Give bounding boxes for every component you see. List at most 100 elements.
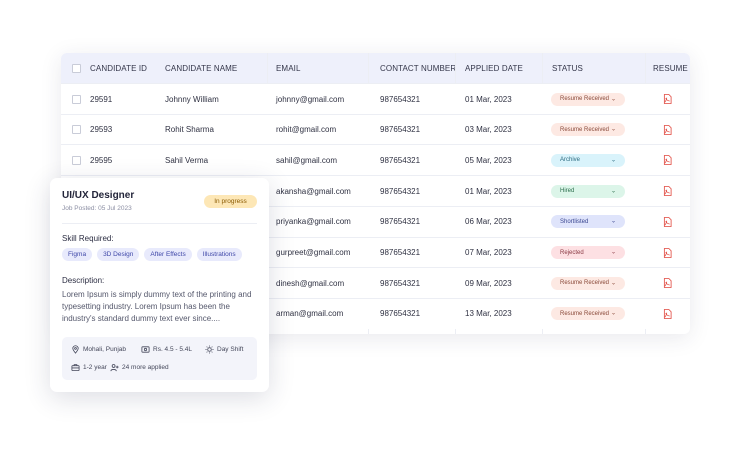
status-label: Resume Received — [560, 96, 610, 102]
candidate-id: 29595 — [90, 155, 113, 165]
skill-tag: After Effects — [144, 248, 192, 261]
experience-text: 1-2 year — [83, 364, 107, 371]
description-text: Lorem Ipsum is simply dummy text of the … — [62, 290, 252, 323]
resume-download[interactable] — [663, 84, 672, 114]
table-row[interactable]: 29593 Rohit Sharma rohit@gmail.com 98765432… — [61, 113, 690, 145]
status-badge: In progress — [204, 195, 257, 208]
candidate-name[interactable]: Johnny William — [165, 84, 219, 114]
applied-date: 03 Mar, 2023 — [465, 125, 512, 135]
pdf-icon — [663, 216, 672, 227]
candidate-email[interactable]: rohit@gmail.com — [276, 115, 336, 145]
skill-tag: Figma — [62, 248, 93, 261]
resume-download[interactable] — [663, 238, 672, 268]
candidate-email[interactable]: johnny@gmail.com — [276, 84, 344, 114]
resume-download[interactable] — [663, 176, 672, 206]
header-email[interactable]: EMAIL — [276, 53, 301, 83]
salary-meta: Rs. 4.5 - 5.4L — [141, 345, 192, 354]
resume-download[interactable] — [663, 268, 672, 298]
status-dropdown[interactable]: Shortlisted ⌄ — [551, 207, 625, 237]
candidate-email[interactable]: dinesh@gmail.com — [276, 268, 344, 298]
chevron-down-icon: ⌄ — [610, 249, 616, 256]
header-applied-date[interactable]: APPLIED DATE — [465, 53, 523, 83]
pdf-icon — [663, 155, 672, 166]
status-label: Rejected — [560, 249, 584, 256]
divider — [62, 223, 257, 224]
status-label: Shortlisted — [560, 218, 589, 225]
resume-download[interactable] — [663, 299, 672, 329]
header-candidate-name[interactable]: CANDIDATE NAME — [165, 53, 237, 83]
header-resume[interactable]: RESUME — [653, 53, 688, 83]
job-posted-date: Job Posted: 05 Jul 2023 — [62, 205, 132, 212]
status-dropdown[interactable]: Hired ⌄ — [551, 176, 625, 206]
job-meta-panel: Mohali, Punjab Rs. 4.5 - 5.4L Day Shift … — [62, 337, 257, 380]
candidate-email[interactable]: akansha@gmail.com — [276, 176, 351, 206]
candidate-name[interactable]: Rohit Sharma — [165, 115, 214, 145]
applied-date: 01 Mar, 2023 — [465, 94, 512, 104]
location-meta: Mohali, Punjab — [71, 345, 126, 354]
applied-date: 06 Mar, 2023 — [465, 217, 512, 227]
contact-number: 987654321 — [380, 155, 421, 165]
candidate-name[interactable]: Sahil Verma — [165, 145, 208, 175]
table-row[interactable]: 29591 Johnny William johnny@gmail.com 98765… — [61, 83, 690, 114]
contact-number: 987654321 — [380, 248, 421, 257]
contact-number: 987654321 — [380, 278, 421, 288]
header-status[interactable]: STATUS — [552, 53, 583, 83]
skill-tag: Illustrations — [196, 248, 242, 261]
applied-date: 13 Mar, 2023 — [465, 309, 512, 319]
header-candidate-id[interactable]: CANDIDATE ID — [90, 53, 147, 83]
header-contact-number[interactable]: CONTACT NUMBER — [380, 53, 456, 83]
status-label: Hired — [560, 188, 575, 195]
applicants-meta: 24 more applied — [110, 363, 169, 372]
status-dropdown[interactable]: Resume Received ⌄ — [551, 268, 625, 298]
resume-download[interactable] — [663, 115, 672, 145]
location-text: Mohali, Punjab — [83, 346, 126, 353]
status-label: Resume Received — [560, 280, 610, 287]
candidate-email[interactable]: priyanka@gmail.com — [276, 207, 351, 237]
chevron-down-icon: ⌄ — [610, 126, 616, 133]
status-dropdown[interactable]: Resume Received ⌄ — [551, 84, 625, 114]
experience-meta: 1-2 year — [71, 363, 107, 372]
chevron-down-icon: ⌄ — [610, 280, 616, 287]
row-checkbox[interactable] — [72, 84, 81, 114]
candidate-email[interactable]: arman@gmail.com — [276, 299, 343, 329]
contact-number: 987654321 — [380, 94, 421, 104]
pdf-icon — [663, 278, 672, 289]
description-label: Description: — [62, 276, 105, 285]
candidate-email[interactable]: sahil@gmail.com — [276, 145, 337, 175]
shift-text: Day Shift — [217, 346, 244, 353]
pdf-icon — [663, 186, 672, 196]
add-user-icon — [110, 364, 119, 372]
applicants-text: 24 more applied — [122, 364, 169, 371]
pdf-icon — [663, 247, 672, 258]
applied-date: 05 Mar, 2023 — [465, 155, 512, 165]
skill-tags: Figma 3D Design After Effects Illustrati… — [62, 248, 242, 261]
resume-download[interactable] — [663, 207, 672, 237]
chevron-down-icon: ⌄ — [610, 310, 616, 317]
select-all-checkbox[interactable] — [72, 53, 81, 83]
contact-number: 987654321 — [380, 217, 421, 227]
resume-download[interactable] — [663, 145, 672, 175]
sun-icon — [205, 345, 214, 354]
skill-tag: 3D Design — [97, 248, 140, 261]
status-dropdown[interactable]: Resume Received ⌄ — [551, 299, 625, 329]
table-row[interactable]: 29595 Sahil Verma sahil@gmail.com 987654321… — [61, 144, 690, 176]
status-label: Resume Received — [560, 126, 610, 133]
skill-required-label: Skill Required: — [62, 234, 114, 243]
row-checkbox[interactable] — [72, 145, 81, 175]
contact-number: 987654321 — [380, 309, 421, 319]
location-pin-icon — [72, 345, 79, 354]
candidate-id: 29593 — [90, 125, 113, 135]
applied-date: 09 Mar, 2023 — [465, 278, 512, 288]
applied-date: 01 Mar, 2023 — [465, 186, 512, 196]
applied-date: 07 Mar, 2023 — [465, 248, 512, 257]
chevron-down-icon: ⌄ — [610, 157, 616, 164]
status-dropdown[interactable]: Resume Received ⌄ — [551, 115, 625, 145]
status-dropdown[interactable]: Rejected ⌄ — [551, 238, 625, 268]
candidate-email[interactable]: gurpreet@gmail.com — [276, 238, 350, 268]
chevron-down-icon: ⌄ — [610, 188, 616, 195]
job-card[interactable]: UI/UX Designer Job Posted: 05 Jul 2023 I… — [50, 178, 269, 392]
job-title: UI/UX Designer — [62, 190, 135, 201]
row-checkbox[interactable] — [72, 115, 81, 145]
pdf-icon — [663, 308, 672, 319]
status-dropdown[interactable]: Archive ⌄ — [551, 145, 625, 175]
